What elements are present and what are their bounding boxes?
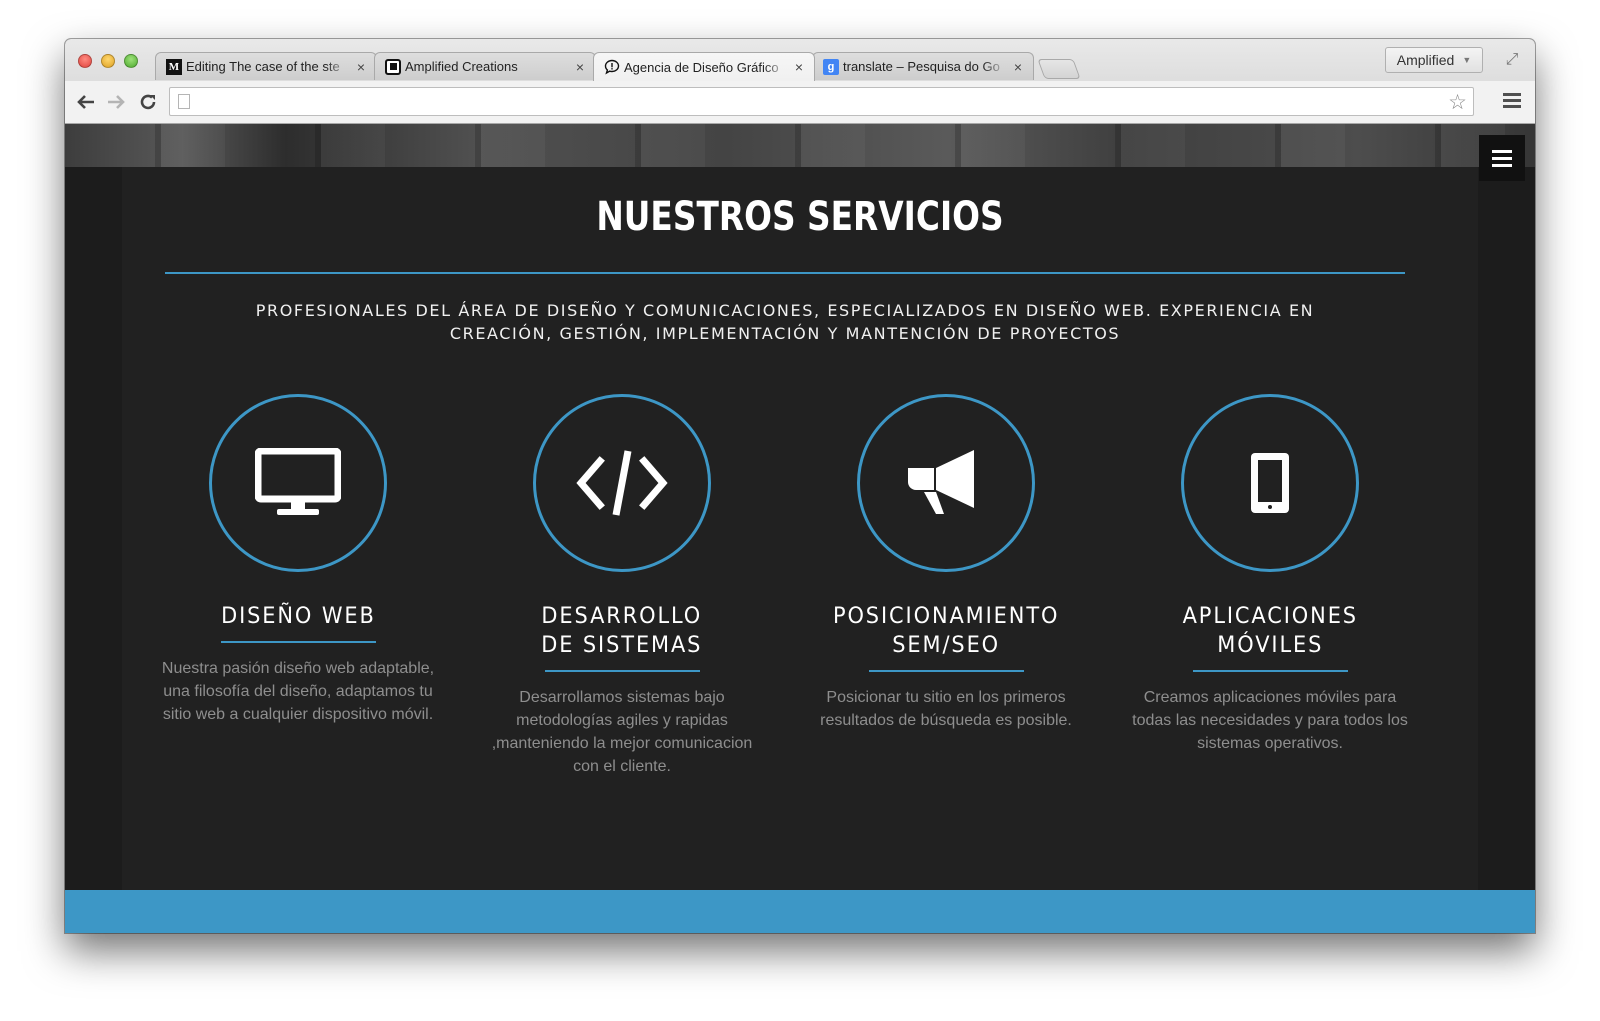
- service-title: DESARROLLO DE SISTEMAS: [541, 604, 703, 658]
- window-controls: [78, 54, 138, 68]
- hamburger-icon-bar: [1492, 156, 1512, 160]
- minimize-window-button[interactable]: [101, 54, 115, 68]
- browser-tab-strip: M Editing The case of the ste × Amplifie…: [65, 39, 1535, 124]
- profile-label: Amplified: [1396, 52, 1455, 68]
- address-bar[interactable]: ☆: [169, 87, 1474, 116]
- tab-close-icon[interactable]: ×: [1011, 59, 1025, 75]
- services-grid: DISEÑO WEB Nuestra pasión diseño web ada…: [65, 394, 1535, 814]
- hamburger-icon-bar: [1492, 149, 1512, 153]
- back-arrow-icon: [77, 95, 94, 109]
- service-title: APLICACIONES MÓVILES: [1182, 604, 1358, 658]
- service-divider: [868, 670, 1024, 672]
- title-divider: [165, 272, 1405, 274]
- hero-image-strip: [65, 124, 1535, 167]
- megaphone-icon: [908, 450, 974, 514]
- service-posicionamiento: POSICIONAMIENTO SEM/SEO Posicionar tu si…: [801, 394, 1091, 732]
- browser-toolbar: ☆: [65, 81, 1535, 123]
- service-desarrollo: DESARROLLO DE SISTEMAS Desarrollamos sis…: [477, 394, 767, 778]
- mobile-phone-icon: [1251, 453, 1289, 513]
- service-icon-circle: [857, 394, 1035, 572]
- service-title: DISEÑO WEB: [220, 604, 376, 629]
- new-tab-button[interactable]: [1037, 59, 1081, 79]
- tab-title: Editing The case of the ste: [186, 59, 340, 74]
- tab-close-icon[interactable]: ×: [573, 59, 587, 75]
- service-icon-circle: [533, 394, 711, 572]
- reload-button[interactable]: [135, 89, 161, 115]
- tab-translate[interactable]: g translate – Pesquisa do Go ×: [812, 52, 1034, 80]
- service-description: Posicionar tu sitio en los primeros resu…: [820, 689, 1072, 729]
- speech-bubble-icon: [604, 59, 620, 75]
- bookmark-star-icon[interactable]: ☆: [1448, 90, 1467, 115]
- chrome-menu-icon[interactable]: [1503, 93, 1521, 111]
- service-divider: [1192, 670, 1348, 672]
- tab-title: Agencia de Diseño Gráfico: [624, 59, 779, 75]
- service-description: Desarrollamos sistemas bajo metodologías…: [491, 689, 753, 775]
- back-button[interactable]: [73, 89, 99, 115]
- section-subtitle: PROFESIONALES DEL ÁREA DE DISEÑO Y COMUN…: [255, 301, 1315, 343]
- site-menu-button[interactable]: [1479, 135, 1525, 181]
- tab-amplified[interactable]: Amplified Creations ×: [374, 52, 596, 80]
- fullscreen-icon[interactable]: ⤢: [1503, 51, 1521, 69]
- section-title: NUESTROS SERVICIOS: [596, 194, 1004, 240]
- close-window-button[interactable]: [78, 54, 92, 68]
- tab-bar: M Editing The case of the ste × Amplifie…: [155, 52, 1081, 81]
- service-diseno-web: DISEÑO WEB Nuestra pasión diseño web ada…: [153, 394, 443, 726]
- page-viewport: NUESTROS SERVICIOS PROFESIONALES DEL ÁRE…: [65, 124, 1535, 933]
- browser-window: M Editing The case of the ste × Amplifie…: [65, 39, 1535, 933]
- service-title: POSICIONAMIENTO SEM/SEO: [832, 604, 1060, 658]
- tab-title: translate – Pesquisa do Go: [843, 59, 1000, 74]
- amplified-icon: [385, 58, 401, 75]
- tab-editing[interactable]: M Editing The case of the ste ×: [155, 52, 377, 80]
- profile-button[interactable]: Amplified ▼: [1385, 47, 1483, 73]
- service-icon-circle: [1181, 394, 1359, 572]
- page-icon: [178, 94, 190, 109]
- service-description: Creamos aplicaciones móviles para todas …: [1132, 689, 1408, 752]
- service-divider: [220, 641, 376, 643]
- tab-close-icon[interactable]: ×: [792, 59, 806, 75]
- code-icon: [576, 450, 668, 516]
- service-aplicaciones: APLICACIONES MÓVILES Creamos aplicacione…: [1125, 394, 1415, 755]
- forward-button[interactable]: [103, 89, 129, 115]
- footer-accent-band: [65, 890, 1535, 933]
- service-divider: [544, 670, 700, 672]
- tab-close-icon[interactable]: ×: [354, 59, 368, 75]
- hamburger-icon-bar: [1492, 163, 1512, 167]
- forward-arrow-icon: [108, 95, 125, 109]
- tab-title: Amplified Creations: [405, 59, 518, 74]
- desktop-monitor-icon: [255, 448, 341, 515]
- tab-agencia[interactable]: Agencia de Diseño Gráfico ×: [593, 52, 815, 81]
- maximize-window-button[interactable]: [124, 54, 138, 68]
- chevron-down-icon: ▼: [1462, 55, 1472, 65]
- reload-icon: [140, 94, 156, 110]
- service-description: Nuestra pasión diseño web adaptable, una…: [161, 660, 435, 723]
- medium-m-icon: M: [166, 58, 182, 75]
- google-icon: g: [823, 58, 839, 75]
- service-icon-circle: [209, 394, 387, 572]
